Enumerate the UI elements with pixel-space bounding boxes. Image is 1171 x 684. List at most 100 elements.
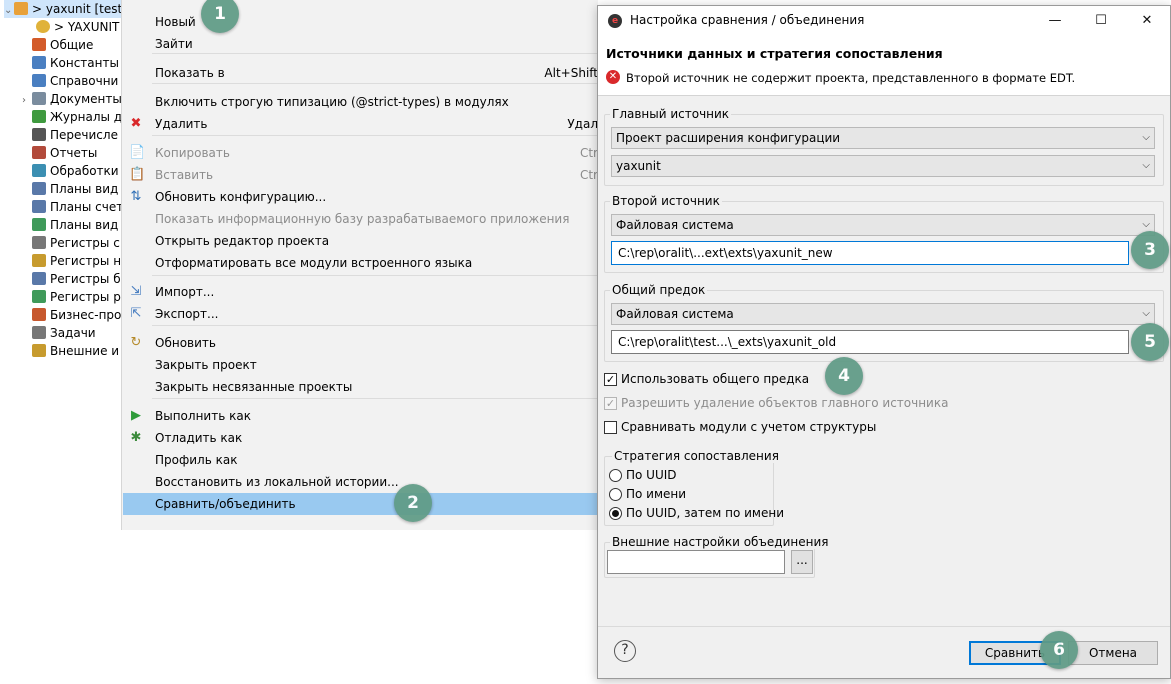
menu-item[interactable]: Закрыть несвязанные проекты [123,376,598,398]
cancel-button[interactable]: Отмена [1068,641,1158,665]
tree-item[interactable]: Планы счет [22,198,122,216]
menu-item[interactable]: Восстановить из локальной истории... [123,471,598,493]
update-config-icon: ⇅ [130,189,142,204]
tree-item[interactable]: Перечисле [22,126,118,144]
menu-item[interactable]: ✖ Удалить Удал [123,113,598,135]
second-source-path-input[interactable]: C:\rep\oralit\...ext\exts\yaxunit_new [611,241,1129,265]
external-settings-input[interactable] [607,550,785,574]
common-ancestor-type-select[interactable]: Файловая система ⌵ [611,303,1155,325]
tree-item[interactable]: Регистры н [22,252,121,270]
tree-item[interactable]: Справочни [22,72,118,90]
menu-item[interactable]: 📄 Копировать Ctr [123,142,598,164]
common-ancestor-label: Общий предок [610,283,708,297]
tree-item[interactable]: Обработки [22,162,119,180]
strategy-radio[interactable] [609,488,622,501]
menu-item[interactable]: ✱ Отладить как [123,427,598,449]
menu-item[interactable]: ⇱ Экспорт... [123,303,598,325]
tree-item[interactable]: Общие [22,36,93,54]
tree-item[interactable]: Планы вид [22,216,118,234]
metadata-type-icon [32,92,46,105]
tree-item[interactable]: Планы вид [22,180,118,198]
tree-item-label: Константы [50,56,119,70]
menu-item[interactable]: Зайти [123,33,598,55]
metadata-type-icon [32,344,46,357]
minimize-button[interactable]: — [1032,6,1078,36]
tree-item[interactable]: Внешние и [22,342,119,360]
tree-item[interactable]: Регистры р [22,288,121,306]
menu-item-label: Вставить [155,168,214,182]
step-badge: 6 [1040,631,1078,669]
menu-item[interactable]: ⇅ Обновить конфигурацию... [123,186,598,208]
menu-item-label: Закрыть несвязанные проекты [155,380,353,394]
tree-item[interactable]: Бизнес-про [22,306,121,324]
menu-item-label: Обновить [155,336,216,350]
tree-item-label: Регистры с [50,236,120,250]
menu-item[interactable]: Включить строгую типизацию (@strict-type… [123,91,598,113]
tree-item[interactable]: › Документы [22,90,121,108]
tree-item-label: Обработки [50,164,119,178]
tree-item-label: Внешние и [50,344,120,358]
tree-item[interactable]: Регистры с [22,234,120,252]
menu-item[interactable]: Закрыть проект [123,354,598,376]
browse-button[interactable]: ... [791,550,813,574]
use-common-ancestor-checkbox[interactable]: ✓ [604,373,617,386]
menu-item[interactable]: Новый [123,11,598,33]
tree-item-label: Планы вид [50,182,119,196]
help-icon[interactable]: ? [614,640,636,662]
allow-delete-checkbox[interactable]: ✓ [604,397,617,410]
common-ancestor-path-input[interactable]: C:\rep\oralit\test...\_exts\yaxunit_old [611,330,1129,354]
close-button[interactable]: ✕ [1124,6,1170,36]
metadata-type-icon [32,272,46,285]
second-source-path-value: C:\rep\oralit\...ext\exts\yaxunit_new [618,246,833,260]
maximize-button[interactable]: ☐ [1078,6,1124,36]
error-icon: ✕ [606,70,620,84]
tree-item[interactable]: Отчеты [22,144,97,162]
menu-item[interactable]: ↻ Обновить [123,332,598,354]
tree-item-label: Регистры б [50,272,121,286]
second-source-label: Второй источник [610,194,722,208]
chevron-down-icon: ⌵ [1142,308,1150,319]
menu-item[interactable]: Открыть редактор проекта [123,230,598,252]
strategy-radio[interactable] [609,507,622,520]
menu-item[interactable]: ▶ Выполнить как [123,405,598,427]
export-icon: ⇱ [130,306,142,321]
paste-icon: 📋 [129,167,146,182]
menu-item[interactable]: Отформатировать все модули встроенного я… [123,252,598,274]
main-source-type-select[interactable]: Проект расширения конфигурации ⌵ [611,127,1155,149]
tree-item-label: Планы счет [50,200,122,214]
menu-item[interactable]: Профиль как [123,449,598,471]
dialog-titlebar[interactable]: e Настройка сравнения / объединения — ☐ … [598,6,1170,36]
tree-item-label: Справочни [50,74,119,88]
menu-item[interactable]: 📋 Вставить Ctr [123,164,598,186]
tree-item-label: Регистры р [50,290,121,304]
tree-root-project[interactable]: ⌄> yaxunit [testsext.feature/ON 555] [4,0,121,20]
refresh-icon: ↻ [130,335,142,350]
tree-item[interactable]: Задачи [22,324,96,342]
metadata-type-icon [32,254,46,267]
compare-merge-dialog: e Настройка сравнения / объединения — ☐ … [597,5,1171,679]
menu-item-label: Восстановить из локальной истории... [155,475,399,489]
menu-item-truncated[interactable] [123,522,598,530]
metadata-type-icon [32,164,46,177]
tree-item[interactable]: Регистры б [22,270,121,288]
main-source-project-select[interactable]: yaxunit ⌵ [611,155,1155,177]
strategy-radio[interactable] [609,469,622,482]
tree-item[interactable]: Журналы д [22,108,121,126]
metadata-type-icon [32,56,46,69]
menu-item-label: Удалить [155,117,208,131]
menu-item[interactable]: Сравнить/объединить [123,493,598,515]
menu-item-label: Импорт... [155,285,215,299]
menu-item-shortcut: Ctr [579,168,598,182]
metadata-type-icon [32,38,46,51]
extension-icon [36,20,50,33]
tree-item[interactable]: Константы [22,54,119,72]
collapse-arrow-icon[interactable]: ⌄ [4,2,14,20]
compare-modules-structure-checkbox[interactable] [604,421,617,434]
copy-icon: 📄 [129,145,146,160]
second-source-type-select[interactable]: Файловая система ⌵ [611,214,1155,236]
tree-child-yaxunit[interactable]: > YAXUNIT [36,18,119,36]
menu-item[interactable]: Показать информационную базу разрабатыва… [123,208,598,230]
menu-item[interactable]: ⇲ Импорт... [123,281,598,303]
menu-item[interactable]: Показать в Alt+Shift [123,62,598,84]
menu-item-label: Новый [155,15,196,29]
